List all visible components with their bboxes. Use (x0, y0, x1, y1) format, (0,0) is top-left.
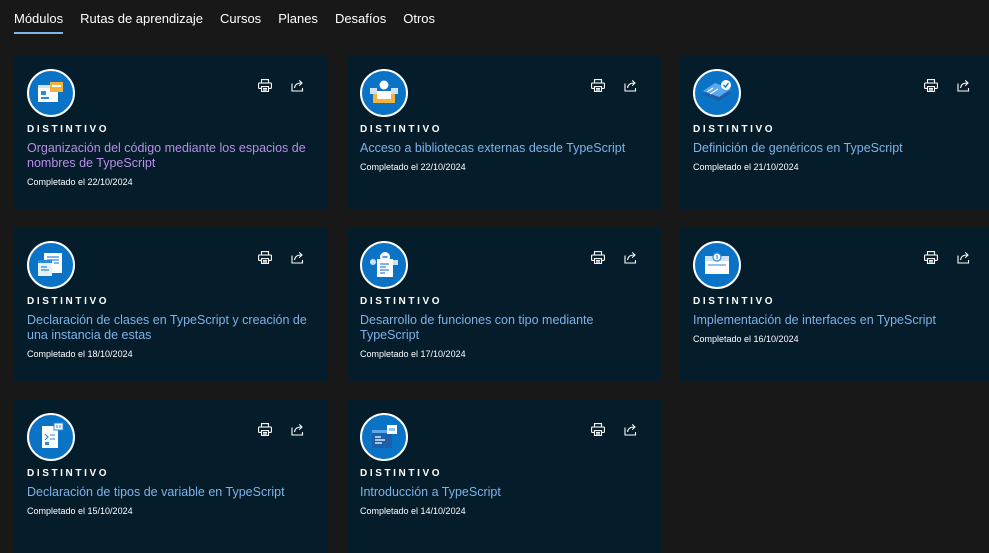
achievement-card: DISTINTIVO Declaración de clases en Type… (14, 228, 328, 381)
card-title-link[interactable]: Implementación de interfaces en TypeScri… (693, 313, 982, 328)
card-title-link[interactable]: Acceso a bibliotecas externas desde Type… (360, 141, 649, 156)
intro-badge-icon (360, 413, 408, 461)
share-icon[interactable] (622, 77, 639, 93)
card-title-link[interactable]: Declaración de clases en TypeScript y cr… (27, 313, 316, 343)
tab-cursos[interactable]: Cursos (220, 0, 261, 36)
achievement-card: DISTINTIVO Implementación de interfaces … (680, 228, 989, 381)
share-icon[interactable] (955, 249, 972, 265)
achievement-card: DISTINTIVO Desarrollo de funciones con t… (347, 228, 661, 381)
share-icon[interactable] (622, 421, 639, 437)
achievement-card: DISTINTIVO Declaración de tipos de varia… (14, 400, 328, 553)
card-completion-date: Completado el 18/10/2024 (27, 349, 133, 359)
card-kind-label: DISTINTIVO (27, 124, 110, 135)
generics-badge-icon (693, 69, 741, 117)
share-icon[interactable] (955, 77, 972, 93)
card-kind-label: DISTINTIVO (360, 124, 443, 135)
card-title-link[interactable]: Introducción a TypeScript (360, 485, 649, 500)
card-actions (256, 77, 306, 93)
card-kind-label: DISTINTIVO (693, 124, 776, 135)
tab-bar: Módulos Rutas de aprendizaje Cursos Plan… (14, 0, 452, 36)
tab-rutas[interactable]: Rutas de aprendizaje (80, 0, 203, 36)
card-title-link[interactable]: Organización del código mediante los esp… (27, 141, 316, 171)
tab-modulos[interactable]: Módulos (14, 0, 64, 36)
achievement-card: DISTINTIVO Organización del código media… (14, 56, 328, 209)
interfaces-badge-icon (693, 241, 741, 289)
card-completion-date: Completado el 22/10/2024 (360, 162, 466, 172)
card-actions (589, 77, 639, 93)
card-actions (589, 249, 639, 265)
card-completion-date: Completado el 22/10/2024 (27, 177, 133, 187)
card-actions (922, 77, 972, 93)
card-completion-date: Completado el 14/10/2024 (360, 506, 466, 516)
print-icon[interactable] (256, 77, 273, 93)
card-kind-label: DISTINTIVO (360, 468, 443, 479)
card-title-link[interactable]: Desarrollo de funciones con tipo mediant… (360, 313, 649, 343)
tab-otros[interactable]: Otros (403, 0, 435, 36)
card-kind-label: DISTINTIVO (360, 296, 443, 307)
share-icon[interactable] (289, 421, 306, 437)
print-icon[interactable] (256, 421, 273, 437)
classes-badge-icon (27, 241, 75, 289)
share-icon[interactable] (289, 77, 306, 93)
achievement-card: DISTINTIVO Introducción a TypeScript Com… (347, 400, 661, 553)
card-title-link[interactable]: Definición de genéricos en TypeScript (693, 141, 982, 156)
card-actions (256, 249, 306, 265)
functions-badge-icon (360, 241, 408, 289)
print-icon[interactable] (589, 249, 606, 265)
card-actions (256, 421, 306, 437)
card-actions (922, 249, 972, 265)
card-completion-date: Completado el 16/10/2024 (693, 334, 799, 344)
card-title-link[interactable]: Declaración de tipos de variable en Type… (27, 485, 316, 500)
card-actions (589, 421, 639, 437)
achievement-card: DISTINTIVO Definición de genéricos en Ty… (680, 56, 989, 209)
share-icon[interactable] (622, 249, 639, 265)
namespaces-badge-icon (27, 69, 75, 117)
print-icon[interactable] (589, 421, 606, 437)
achievement-card: DISTINTIVO Acceso a bibliotecas externas… (347, 56, 661, 209)
share-icon[interactable] (289, 249, 306, 265)
print-icon[interactable] (922, 249, 939, 265)
card-completion-date: Completado el 15/10/2024 (27, 506, 133, 516)
card-kind-label: DISTINTIVO (27, 468, 110, 479)
card-completion-date: Completado el 17/10/2024 (360, 349, 466, 359)
tab-desafios[interactable]: Desafíos (335, 0, 386, 36)
card-completion-date: Completado el 21/10/2024 (693, 162, 799, 172)
achievements-grid: DISTINTIVO Organización del código media… (14, 56, 989, 553)
external-libraries-badge-icon (360, 69, 408, 117)
card-kind-label: DISTINTIVO (27, 296, 110, 307)
tab-planes[interactable]: Planes (278, 0, 318, 36)
print-icon[interactable] (922, 77, 939, 93)
card-kind-label: DISTINTIVO (693, 296, 776, 307)
variable-types-badge-icon (27, 413, 75, 461)
print-icon[interactable] (589, 77, 606, 93)
print-icon[interactable] (256, 249, 273, 265)
